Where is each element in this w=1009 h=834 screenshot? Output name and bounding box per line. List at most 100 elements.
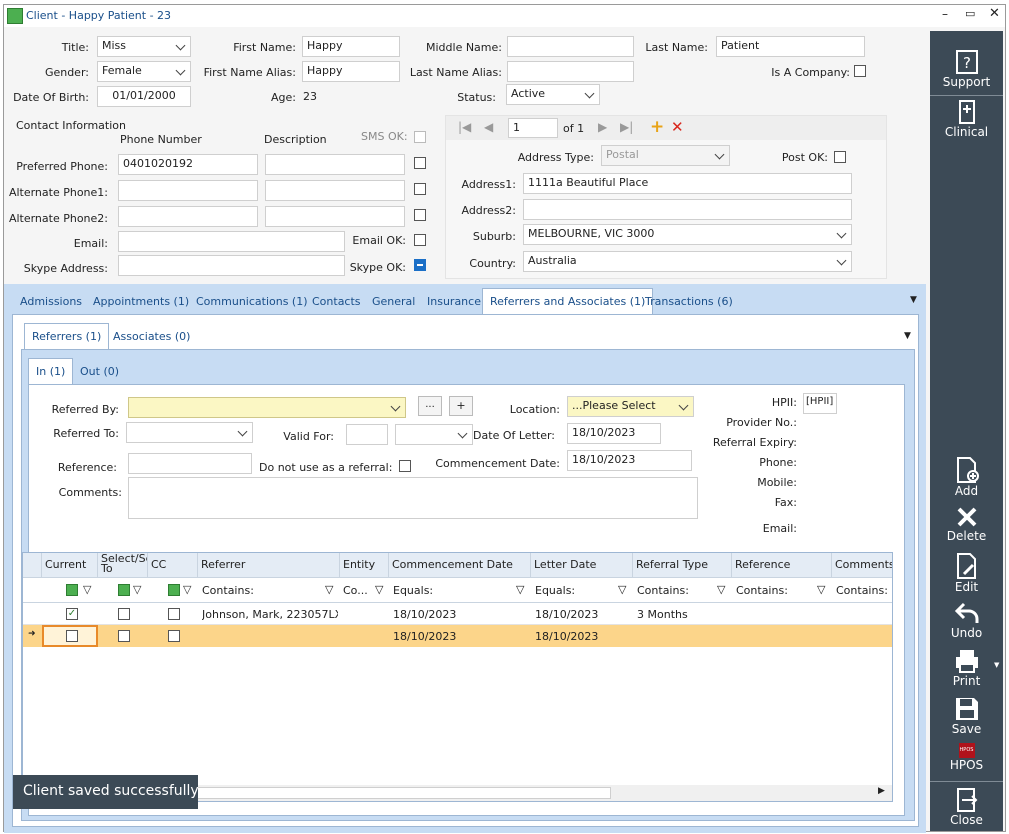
subtab-referrers[interactable]: Referrers (1) <box>24 323 110 349</box>
cc-checkbox[interactable] <box>168 608 180 620</box>
preferred-phone-field[interactable]: 0401020192 <box>118 154 258 175</box>
tab-insurance[interactable]: Insurance <box>423 288 485 314</box>
referred-by-select[interactable] <box>128 397 406 418</box>
delete-address-icon[interactable]: ✕ <box>671 118 684 136</box>
tab-overflow-icon[interactable]: ▼ <box>910 295 917 305</box>
valid-for-unit-select[interactable] <box>395 424 473 445</box>
email-ok-checkbox[interactable] <box>414 234 426 246</box>
preferred-sms-checkbox[interactable] <box>414 157 426 169</box>
header-referral-type[interactable]: Referral Type <box>633 553 732 578</box>
current-checkbox-checked[interactable]: ✓ <box>66 608 78 620</box>
tab-communications[interactable]: Communications (1) <box>192 288 312 314</box>
first-alias-field[interactable]: Happy <box>302 61 400 82</box>
tab-contacts[interactable]: Contacts <box>308 288 365 314</box>
print-dropdown-icon[interactable]: ▼ <box>994 661 999 669</box>
edit-button[interactable]: Edit <box>930 552 1003 594</box>
header-reference[interactable]: Reference <box>732 553 832 578</box>
referrer-filter[interactable]: Contains: <box>202 584 254 597</box>
select-filter-icon[interactable]: ▽ <box>133 583 141 596</box>
location-select[interactable]: ...Please Select <box>567 396 694 417</box>
company-checkbox[interactable] <box>854 65 866 77</box>
skype-ok-checkbox[interactable] <box>414 259 426 271</box>
undo-button[interactable]: Undo <box>930 600 1003 640</box>
email-field[interactable] <box>118 231 345 252</box>
header-comments[interactable]: Comments <box>832 553 892 578</box>
record-number-field[interactable]: 1 <box>508 118 558 138</box>
header-select-send[interactable]: Select/Send To <box>98 553 148 578</box>
save-button[interactable]: Save <box>930 696 1003 736</box>
comments-field[interactable] <box>128 477 698 519</box>
date-letter-field[interactable]: 18/10/2023 <box>567 423 661 444</box>
select-checkbox[interactable] <box>118 630 130 642</box>
entity-filter-icon[interactable]: ▽ <box>375 583 383 596</box>
print-button[interactable]: Print <box>930 648 1003 688</box>
cc-filter-checkbox[interactable] <box>168 584 180 596</box>
entity-filter[interactable]: Co... <box>343 584 368 597</box>
scroll-right-icon[interactable]: ▶ <box>878 786 885 796</box>
last-alias-field[interactable] <box>507 61 634 82</box>
dob-field[interactable]: 01/01/2000 <box>97 86 191 107</box>
last-name-field[interactable]: Patient <box>716 36 865 57</box>
cc-checkbox[interactable] <box>168 630 180 642</box>
middle-name-field[interactable] <box>507 36 634 57</box>
next-record-icon[interactable]: ▶ <box>598 120 607 134</box>
header-letter-date[interactable]: Letter Date <box>531 553 633 578</box>
referrer-filter-icon[interactable]: ▽ <box>325 583 333 596</box>
referred-by-ellipsis-button[interactable]: ... <box>418 396 442 416</box>
tab-transactions[interactable]: Transactions (6) <box>641 288 737 314</box>
letter-filter[interactable]: Equals: <box>535 584 575 597</box>
alt-phone1-sms-checkbox[interactable] <box>414 183 426 195</box>
last-record-icon[interactable]: ▶| <box>620 120 633 134</box>
alt-phone2-description[interactable] <box>265 206 405 227</box>
type-filter[interactable]: Contains: <box>637 584 689 597</box>
table-row[interactable]: ✓ Johnson, Mark, 223057LX,... 18/10/2023… <box>23 603 892 625</box>
header-entity[interactable]: Entity <box>340 553 389 578</box>
referred-to-select[interactable] <box>126 422 253 443</box>
not-use-checkbox[interactable] <box>399 460 411 472</box>
address2-field[interactable] <box>523 199 852 220</box>
minimize-icon[interactable]: – <box>942 7 948 21</box>
first-name-field[interactable]: Happy <box>302 36 400 57</box>
reference-field[interactable] <box>128 453 252 474</box>
cc-filter-icon[interactable]: ▽ <box>183 583 191 596</box>
title-select[interactable]: Miss <box>97 36 191 57</box>
status-select[interactable]: Active <box>506 84 600 105</box>
tab-admissions[interactable]: Admissions <box>16 288 86 314</box>
address1-field[interactable]: 1111a Beautiful Place <box>523 173 852 194</box>
close-window-icon[interactable]: ✕ <box>989 6 1000 21</box>
table-row[interactable]: ➜ 18/10/2023 18/10/2023 <box>23 625 892 647</box>
preferred-phone-description[interactable] <box>265 154 405 175</box>
tab-out[interactable]: Out (0) <box>76 358 123 384</box>
type-filter-icon[interactable]: ▽ <box>717 583 725 596</box>
select-checkbox[interactable] <box>118 608 130 620</box>
alt-phone2-field[interactable] <box>118 206 258 227</box>
hpii-field[interactable]: [HPII] <box>803 393 837 414</box>
tab-general[interactable]: General <box>368 288 419 314</box>
delete-button[interactable]: Delete <box>930 505 1003 543</box>
gender-select[interactable]: Female <box>97 61 191 82</box>
add-button[interactable]: Add <box>930 456 1003 498</box>
header-commencement[interactable]: Commencement Date <box>389 553 531 578</box>
current-checkbox[interactable] <box>66 630 78 642</box>
select-filter-checkbox[interactable] <box>118 584 130 596</box>
commencement-filter[interactable]: Equals: <box>393 584 433 597</box>
post-ok-checkbox[interactable] <box>834 151 846 163</box>
header-cc[interactable]: CC <box>148 553 198 578</box>
reference-filter-icon[interactable]: ▽ <box>817 583 825 596</box>
current-filter-checkbox[interactable] <box>66 584 78 596</box>
current-filter-icon[interactable]: ▽ <box>83 583 91 596</box>
skype-field[interactable] <box>118 255 345 276</box>
alt-phone1-field[interactable] <box>118 180 258 201</box>
alt-phone1-description[interactable] <box>265 180 405 201</box>
tab-appointments[interactable]: Appointments (1) <box>89 288 193 314</box>
hpos-button[interactable]: HPOS HPOS <box>930 743 1003 772</box>
commencement-field[interactable]: 18/10/2023 <box>567 450 692 471</box>
add-address-icon[interactable]: + <box>650 117 664 137</box>
support-button[interactable]: ? Support <box>930 49 1003 89</box>
prev-record-icon[interactable]: ◀ <box>484 120 493 134</box>
clinical-button[interactable]: Clinical <box>930 99 1003 139</box>
first-record-icon[interactable]: |◀ <box>458 120 471 134</box>
country-select[interactable]: Australia <box>523 251 852 272</box>
valid-for-number[interactable] <box>346 424 388 445</box>
subtab-associates[interactable]: Associates (0) <box>109 323 194 349</box>
